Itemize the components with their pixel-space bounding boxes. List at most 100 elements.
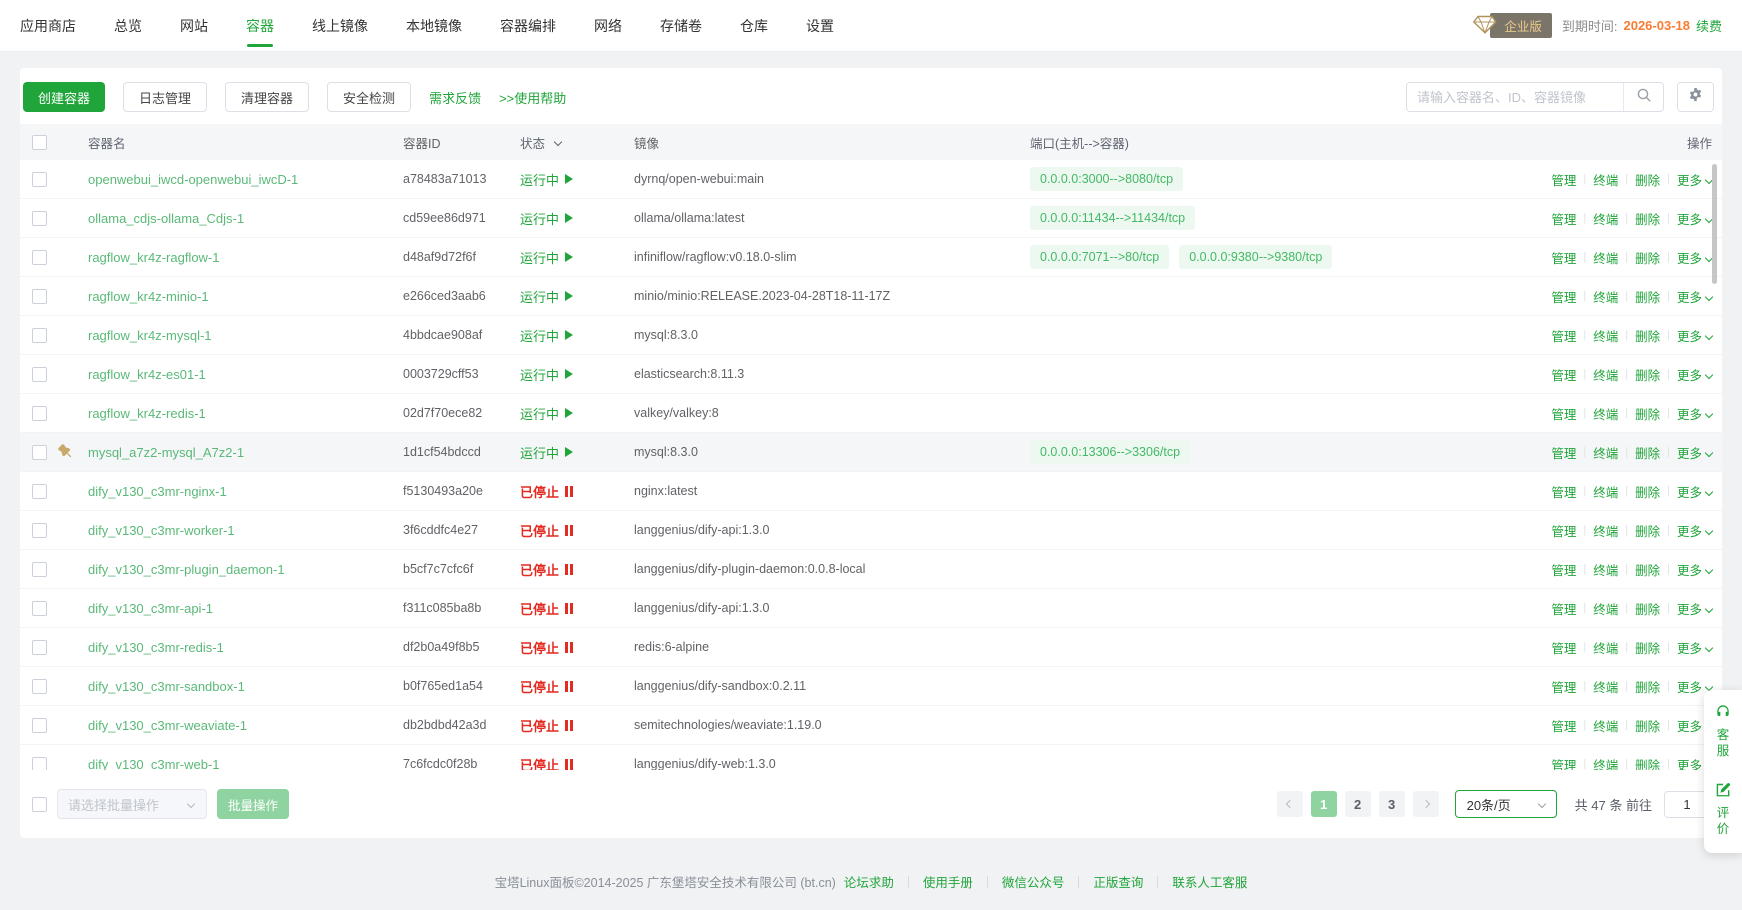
row-checkbox[interactable]	[32, 211, 47, 226]
action-more[interactable]: 更多	[1677, 404, 1712, 423]
nav-tab-app-store[interactable]: 应用商店	[20, 0, 76, 52]
row-checkbox[interactable]	[32, 757, 47, 771]
action-delete[interactable]: 删除	[1635, 677, 1660, 696]
action-delete[interactable]: 删除	[1635, 560, 1660, 579]
scrollbar-thumb[interactable]	[1712, 164, 1717, 284]
row-checkbox[interactable]	[32, 562, 47, 577]
action-delete[interactable]: 删除	[1635, 716, 1660, 735]
footer-link[interactable]: 微信公众号	[1002, 876, 1065, 890]
feedback-link[interactable]: 需求反馈	[429, 88, 481, 107]
action-delete[interactable]: 删除	[1635, 248, 1660, 267]
action-delete[interactable]: 删除	[1635, 326, 1660, 345]
clean-container-button[interactable]: 清理容器	[225, 82, 309, 112]
action-manage[interactable]: 管理	[1551, 209, 1576, 228]
action-manage[interactable]: 管理	[1551, 326, 1576, 345]
batch-operation-select[interactable]: 请选择批量操作	[57, 789, 207, 819]
action-terminal[interactable]: 终端	[1593, 209, 1618, 228]
action-terminal[interactable]: 终端	[1593, 638, 1618, 657]
container-name-link[interactable]: dify_v130_c3mr-weaviate-1	[88, 718, 403, 733]
action-terminal[interactable]: 终端	[1593, 287, 1618, 306]
action-manage[interactable]: 管理	[1551, 248, 1576, 267]
settings-button[interactable]	[1677, 82, 1714, 112]
row-checkbox[interactable]	[32, 445, 47, 460]
action-manage[interactable]: 管理	[1551, 521, 1576, 540]
action-more[interactable]: 更多	[1677, 326, 1712, 345]
container-name-link[interactable]: dify_v130_c3mr-worker-1	[88, 523, 403, 538]
next-page-button[interactable]	[1413, 791, 1439, 817]
action-manage[interactable]: 管理	[1551, 599, 1576, 618]
header-status[interactable]: 状态	[520, 133, 634, 152]
page-button-3[interactable]: 3	[1379, 791, 1405, 817]
action-more[interactable]: 更多	[1677, 521, 1712, 540]
container-name-link[interactable]: ragflow_kr4z-ragflow-1	[88, 250, 403, 265]
action-manage[interactable]: 管理	[1551, 716, 1576, 735]
nav-tab-local-image[interactable]: 本地镜像	[406, 0, 462, 52]
nav-tab-network[interactable]: 网络	[594, 0, 622, 52]
action-more[interactable]: 更多	[1677, 560, 1712, 579]
footer-link[interactable]: 使用手册	[923, 876, 973, 890]
action-terminal[interactable]: 终端	[1593, 326, 1618, 345]
container-name-link[interactable]: dify_v130_c3mr-api-1	[88, 601, 403, 616]
action-terminal[interactable]: 终端	[1593, 677, 1618, 696]
action-manage[interactable]: 管理	[1551, 170, 1576, 189]
action-terminal[interactable]: 终端	[1593, 599, 1618, 618]
action-terminal[interactable]: 终端	[1593, 443, 1618, 462]
action-delete[interactable]: 删除	[1635, 404, 1660, 423]
action-terminal[interactable]: 终端	[1593, 521, 1618, 540]
action-delete[interactable]: 删除	[1635, 599, 1660, 618]
search-input[interactable]	[1407, 83, 1623, 111]
help-link[interactable]: >>使用帮助	[499, 88, 566, 107]
container-name-link[interactable]: ragflow_kr4z-redis-1	[88, 406, 403, 421]
action-more[interactable]: 更多	[1677, 287, 1712, 306]
row-checkbox[interactable]	[32, 679, 47, 694]
container-name-link[interactable]: ragflow_kr4z-mysql-1	[88, 328, 403, 343]
action-more[interactable]: 更多	[1677, 443, 1712, 462]
action-delete[interactable]: 删除	[1635, 170, 1660, 189]
action-delete[interactable]: 删除	[1635, 365, 1660, 384]
row-checkbox[interactable]	[32, 523, 47, 538]
action-manage[interactable]: 管理	[1551, 443, 1576, 462]
row-checkbox[interactable]	[32, 172, 47, 187]
container-name-link[interactable]: ragflow_kr4z-minio-1	[88, 289, 403, 304]
action-manage[interactable]: 管理	[1551, 482, 1576, 501]
container-name-link[interactable]: openwebui_iwcd-openwebui_iwcD-1	[88, 172, 403, 187]
action-delete[interactable]: 删除	[1635, 209, 1660, 228]
page-button-1[interactable]: 1	[1311, 791, 1337, 817]
container-name-link[interactable]: ragflow_kr4z-es01-1	[88, 367, 403, 382]
row-checkbox[interactable]	[32, 640, 47, 655]
nav-tab-container[interactable]: 容器	[246, 0, 274, 52]
row-checkbox[interactable]	[32, 250, 47, 265]
customer-service-button[interactable]: 客服	[1715, 704, 1731, 760]
action-manage[interactable]: 管理	[1551, 638, 1576, 657]
action-terminal[interactable]: 终端	[1593, 482, 1618, 501]
action-more[interactable]: 更多	[1677, 482, 1712, 501]
container-name-link[interactable]: dify_v130_c3mr-sandbox-1	[88, 679, 403, 694]
action-more[interactable]: 更多	[1677, 365, 1712, 384]
action-delete[interactable]: 删除	[1635, 638, 1660, 657]
footer-link[interactable]: 联系人工客服	[1172, 876, 1247, 890]
batch-select-all-checkbox[interactable]	[32, 797, 47, 812]
action-terminal[interactable]: 终端	[1593, 755, 1618, 771]
nav-tab-settings[interactable]: 设置	[806, 0, 834, 52]
nav-tab-website[interactable]: 网站	[180, 0, 208, 52]
row-checkbox[interactable]	[32, 601, 47, 616]
page-size-select[interactable]: 20条/页	[1455, 790, 1557, 818]
security-check-button[interactable]: 安全检测	[327, 82, 411, 112]
nav-tab-registry[interactable]: 仓库	[740, 0, 768, 52]
row-checkbox[interactable]	[32, 367, 47, 382]
row-checkbox[interactable]	[32, 718, 47, 733]
nav-tab-overview[interactable]: 总览	[114, 0, 142, 52]
action-manage[interactable]: 管理	[1551, 677, 1576, 696]
action-delete[interactable]: 删除	[1635, 443, 1660, 462]
log-manage-button[interactable]: 日志管理	[123, 82, 207, 112]
nav-tab-compose[interactable]: 容器编排	[500, 0, 556, 52]
action-manage[interactable]: 管理	[1551, 365, 1576, 384]
action-terminal[interactable]: 终端	[1593, 560, 1618, 579]
container-name-link[interactable]: ollama_cdjs-ollama_Cdjs-1	[88, 211, 403, 226]
action-terminal[interactable]: 终端	[1593, 716, 1618, 735]
prev-page-button[interactable]	[1277, 791, 1303, 817]
row-checkbox[interactable]	[32, 484, 47, 499]
action-more[interactable]: 更多	[1677, 170, 1712, 189]
action-delete[interactable]: 删除	[1635, 482, 1660, 501]
create-container-button[interactable]: 创建容器	[23, 82, 105, 112]
